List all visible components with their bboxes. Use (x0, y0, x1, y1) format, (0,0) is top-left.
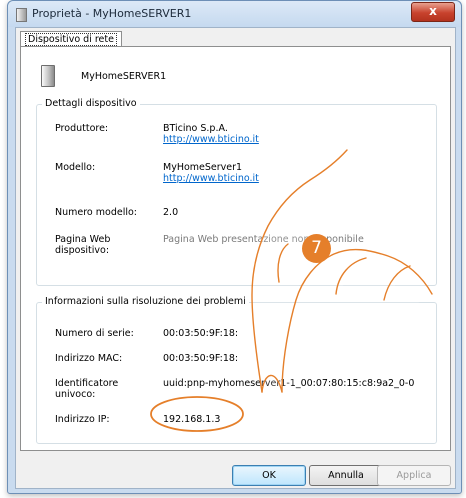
unique-id-value: uuid:pnp-myhomeserver1-1_00:07:80:15:c8:… (163, 378, 415, 389)
unique-id-label-line2: univoco: (55, 389, 96, 400)
ip-address-label: Indirizzo IP: (55, 414, 110, 425)
model-label: Modello: (55, 162, 96, 173)
mac-value: 00:03:50:9F:18: (163, 353, 239, 364)
serial-label: Numero di serie: (55, 328, 134, 339)
device-details-group: Dettagli dispositivo Produttore: BTicino… (36, 98, 437, 286)
model-number-value: 2.0 (163, 207, 179, 218)
ip-address-value: 192.168.1.3 (163, 414, 221, 425)
device-details-title: Dettagli dispositivo (42, 98, 140, 109)
cancel-button[interactable]: Annulla (309, 465, 383, 486)
dialog-client-area: Dispositivo di rete MyHomeSERVER1 Dettag… (15, 27, 456, 489)
close-button[interactable]: x (411, 2, 455, 22)
step-badge: 7 (302, 234, 331, 263)
web-page-value: Pagina Web presentazione non disponibile (163, 234, 364, 245)
properties-window: Proprietà - MyHomeSERVER1 x Dispositivo … (7, 0, 462, 494)
troubleshooting-group: Informazioni sulla risoluzione dei probl… (36, 296, 437, 444)
window-title: Proprietà - MyHomeSERVER1 (32, 7, 192, 20)
tab-panel: MyHomeSERVER1 Dettagli dispositivo Produ… (20, 46, 451, 451)
close-icon: x (429, 4, 437, 18)
cancel-label: Annulla (328, 470, 364, 481)
model-link[interactable]: http://www.bticino.it (163, 173, 259, 185)
manufacturer-label: Produttore: (55, 123, 109, 134)
network-device-icon (41, 65, 55, 87)
apply-button[interactable]: Applica (377, 465, 451, 486)
tab-network-device[interactable]: Dispositivo di rete (20, 31, 122, 47)
window-icon (16, 8, 27, 22)
mac-label: Indirizzo MAC: (55, 353, 123, 364)
troubleshooting-title: Informazioni sulla risoluzione dei probl… (42, 296, 249, 307)
ok-label: OK (262, 470, 276, 481)
model-number-label: Numero modello: (55, 207, 137, 218)
device-name: MyHomeSERVER1 (81, 71, 167, 82)
manufacturer-link[interactable]: http://www.bticino.it (163, 134, 259, 146)
ok-button[interactable]: OK (232, 465, 306, 486)
web-page-label-line2: dispositivo: (55, 245, 110, 256)
apply-label: Applica (396, 470, 432, 481)
serial-value: 00:03:50:9F:18: (163, 328, 239, 339)
title-bar: Proprietà - MyHomeSERVER1 x (8, 1, 461, 27)
tab-label: Dispositivo di rete (25, 33, 117, 46)
